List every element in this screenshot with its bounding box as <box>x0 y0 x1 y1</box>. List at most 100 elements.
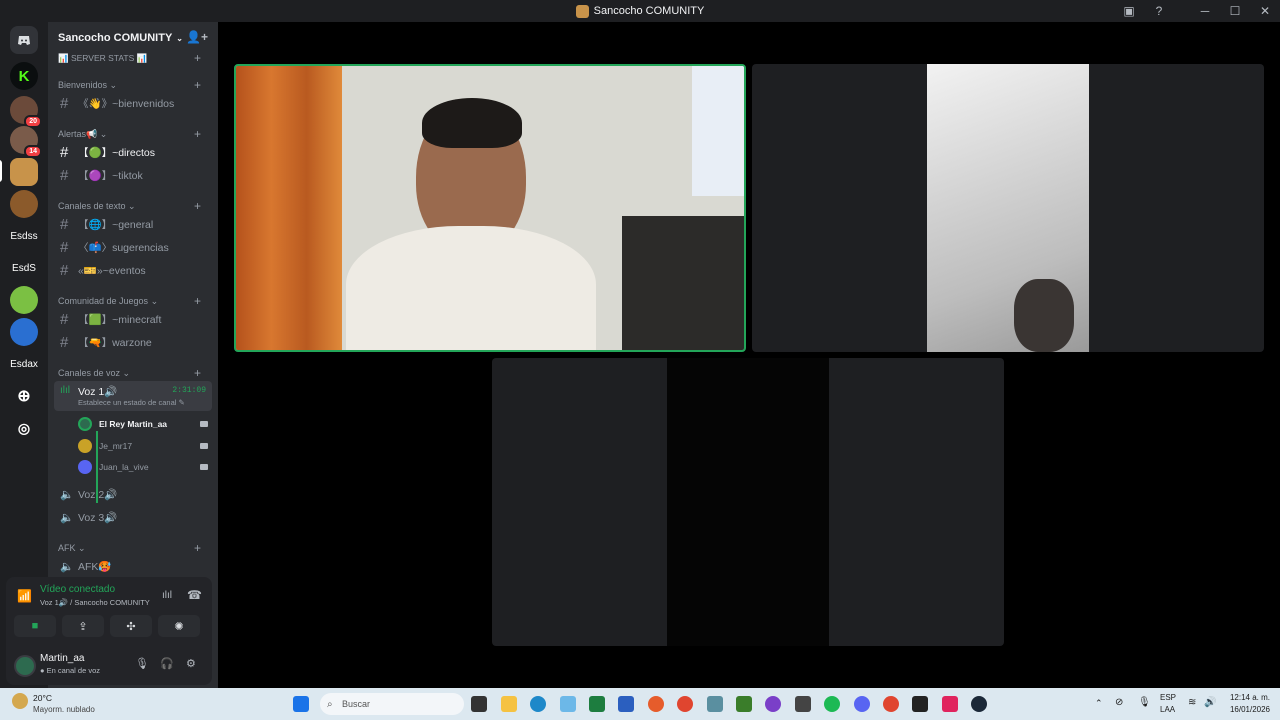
channel-directos[interactable]: # 【🟢】~directos <box>54 142 212 162</box>
inbox-icon[interactable]: ▣ <box>1114 0 1144 22</box>
voice-user[interactable]: Juan_la_vive <box>78 458 208 476</box>
clock-time[interactable]: 12:14 a. m. <box>1226 693 1270 702</box>
disconnect-icon[interactable]: ☎ <box>187 588 202 602</box>
wifi-icon[interactable]: ≋ <box>1188 697 1196 708</box>
app-icon[interactable] <box>560 696 576 712</box>
server-esds[interactable]: EsdS <box>8 254 40 282</box>
excel-icon[interactable] <box>589 696 605 712</box>
voice-channel-voz3[interactable]: 🔈 Voz 3🔊 <box>54 507 212 527</box>
edge-icon[interactable] <box>530 696 546 712</box>
settings-gear-icon[interactable]: ⚙ <box>186 657 196 670</box>
volume-icon[interactable]: 🔊 <box>1204 697 1216 708</box>
task-view-icon[interactable] <box>471 696 487 712</box>
screen-share-button[interactable]: ⇪ <box>62 615 104 637</box>
spotify-icon[interactable] <box>824 696 840 712</box>
category-afk[interactable]: AFK ⌄ + <box>58 541 201 555</box>
taskbar-search[interactable]: ⌕ Buscar <box>320 693 464 715</box>
plus-icon[interactable]: + <box>194 366 201 380</box>
chrome-icon[interactable] <box>883 696 899 712</box>
firefox-icon[interactable] <box>648 696 664 712</box>
language-indicator[interactable]: ESP <box>1160 693 1176 702</box>
category-texto[interactable]: Canales de texto ⌄ + <box>58 199 201 213</box>
category-juegos[interactable]: Comunidad de Juegos ⌄ + <box>58 294 201 308</box>
chrome-icon[interactable] <box>677 696 693 712</box>
chevron-up-icon[interactable]: ⌃ <box>1095 698 1103 709</box>
server-esdax[interactable]: Esdax <box>8 350 40 378</box>
weather-temp[interactable]: 20°C <box>33 693 52 703</box>
app-icon[interactable] <box>795 696 811 712</box>
channel-minecraft[interactable]: # 【🟩】~minecraft <box>54 309 212 329</box>
soundboard-button[interactable]: ✺ <box>158 615 200 637</box>
app-icon[interactable] <box>912 696 928 712</box>
headphones-icon[interactable]: 🎧 <box>160 657 174 670</box>
help-icon[interactable]: ? <box>1144 0 1174 22</box>
plus-icon[interactable]: + <box>194 51 201 65</box>
microphone-icon[interactable]: 🎙 <box>1138 697 1151 708</box>
channel-general[interactable]: # 【🌐】~general <box>54 214 212 234</box>
weather-icon[interactable] <box>12 693 28 709</box>
voice-user[interactable]: El Rey Martin_aa <box>78 415 208 433</box>
minecraft-icon[interactable] <box>736 696 752 712</box>
channel-label: 【🟢】~directos <box>78 146 155 159</box>
microphone-icon[interactable]: 🎙 <box>135 657 149 670</box>
plus-icon[interactable]: + <box>194 541 201 555</box>
clock-date[interactable]: 16/01/2026 <box>1222 705 1270 714</box>
server-14[interactable]: 14 <box>10 126 42 158</box>
voice-status-sub[interactable]: Voz 1🔊 / Sancocho COMUNITY <box>40 598 150 607</box>
server-sancocho[interactable] <box>10 158 38 186</box>
word-icon[interactable] <box>618 696 634 712</box>
explore-icon[interactable]: ◎ <box>10 414 38 442</box>
server-esdss[interactable]: Esdss <box>8 222 40 250</box>
app-icon[interactable] <box>707 696 723 712</box>
plus-icon[interactable]: + <box>194 294 201 308</box>
category-alertas[interactable]: Alertas📢 ⌄ + <box>58 127 201 141</box>
camera-button[interactable]: ■ <box>14 615 56 637</box>
noise-suppression-icon[interactable]: ılıl <box>162 590 172 601</box>
activities-button[interactable]: ✣ <box>110 615 152 637</box>
server-stats-category[interactable]: 📊 SERVER STATS 📊 + <box>58 51 201 65</box>
plus-icon[interactable]: + <box>194 127 201 141</box>
username[interactable]: Martin_aa <box>40 653 84 664</box>
channel-warzone[interactable]: # 【🔫】warzone <box>54 332 212 352</box>
channel-status[interactable]: Establece un estado de canal ✎ <box>78 398 185 407</box>
category-bienvenidos[interactable]: Bienvenidos ⌄ + <box>58 78 201 92</box>
add-server-icon[interactable]: ⊕ <box>10 382 38 410</box>
server-kick[interactable]: K <box>10 62 38 90</box>
server-blue[interactable] <box>10 318 38 346</box>
tray-icon[interactable]: ⊘ <box>1115 697 1123 708</box>
app-icon[interactable] <box>942 696 958 712</box>
video-tile-user-2[interactable] <box>752 64 1264 352</box>
server-header[interactable]: Sancocho COMUNITY ⌄ 👤+ <box>48 22 218 54</box>
windows-start-icon[interactable] <box>293 696 309 712</box>
language-variant[interactable]: LAA <box>1160 705 1175 714</box>
voice-channel-voz2[interactable]: 🔈 Voz 2🔊 <box>54 484 212 504</box>
discord-home-icon[interactable] <box>10 26 38 54</box>
maximize-button[interactable]: ☐ <box>1220 0 1250 22</box>
close-button[interactable]: ✕ <box>1250 0 1280 22</box>
category-voz[interactable]: Canales de voz ⌄ + <box>58 366 201 380</box>
minimize-button[interactable]: ─ <box>1190 0 1220 22</box>
add-user-icon[interactable]: 👤+ <box>186 30 208 44</box>
voice-channel-afk[interactable]: 🔈 AFK🥵 <box>54 556 212 576</box>
channel-eventos[interactable]: # «🎫»~eventos <box>54 260 212 280</box>
plus-icon[interactable]: + <box>194 78 201 92</box>
server-green[interactable] <box>10 286 38 314</box>
voice-status-title[interactable]: Vídeo conectado <box>40 584 115 595</box>
video-tile-speaker[interactable] <box>234 64 746 352</box>
channel-bienvenidos[interactable]: # 《👋》~bienvenidos <box>54 93 212 113</box>
voice-channel-voz1[interactable]: ılıl Voz 1🔊 2:31:09 Establece un estado … <box>54 381 212 411</box>
server-20[interactable]: 20 <box>10 96 42 128</box>
steam-icon[interactable] <box>971 696 987 712</box>
channel-sugerencias[interactable]: # 〈📫〉sugerencias <box>54 237 212 257</box>
video-tile-user-3[interactable] <box>492 358 1004 646</box>
server-food[interactable] <box>10 190 38 218</box>
channel-tiktok[interactable]: # 【🟣】~tiktok <box>54 165 212 185</box>
voice-user[interactable]: Je_mr17 <box>78 437 208 455</box>
weather-desc[interactable]: Mayorm. nublado <box>33 705 95 714</box>
app-icon[interactable] <box>765 696 781 712</box>
file-explorer-icon[interactable] <box>501 696 517 712</box>
avatar[interactable] <box>14 655 36 677</box>
plus-icon[interactable]: + <box>194 199 201 213</box>
discord-icon[interactable] <box>854 696 870 712</box>
channel-label: 【🟩】~minecraft <box>78 313 162 326</box>
